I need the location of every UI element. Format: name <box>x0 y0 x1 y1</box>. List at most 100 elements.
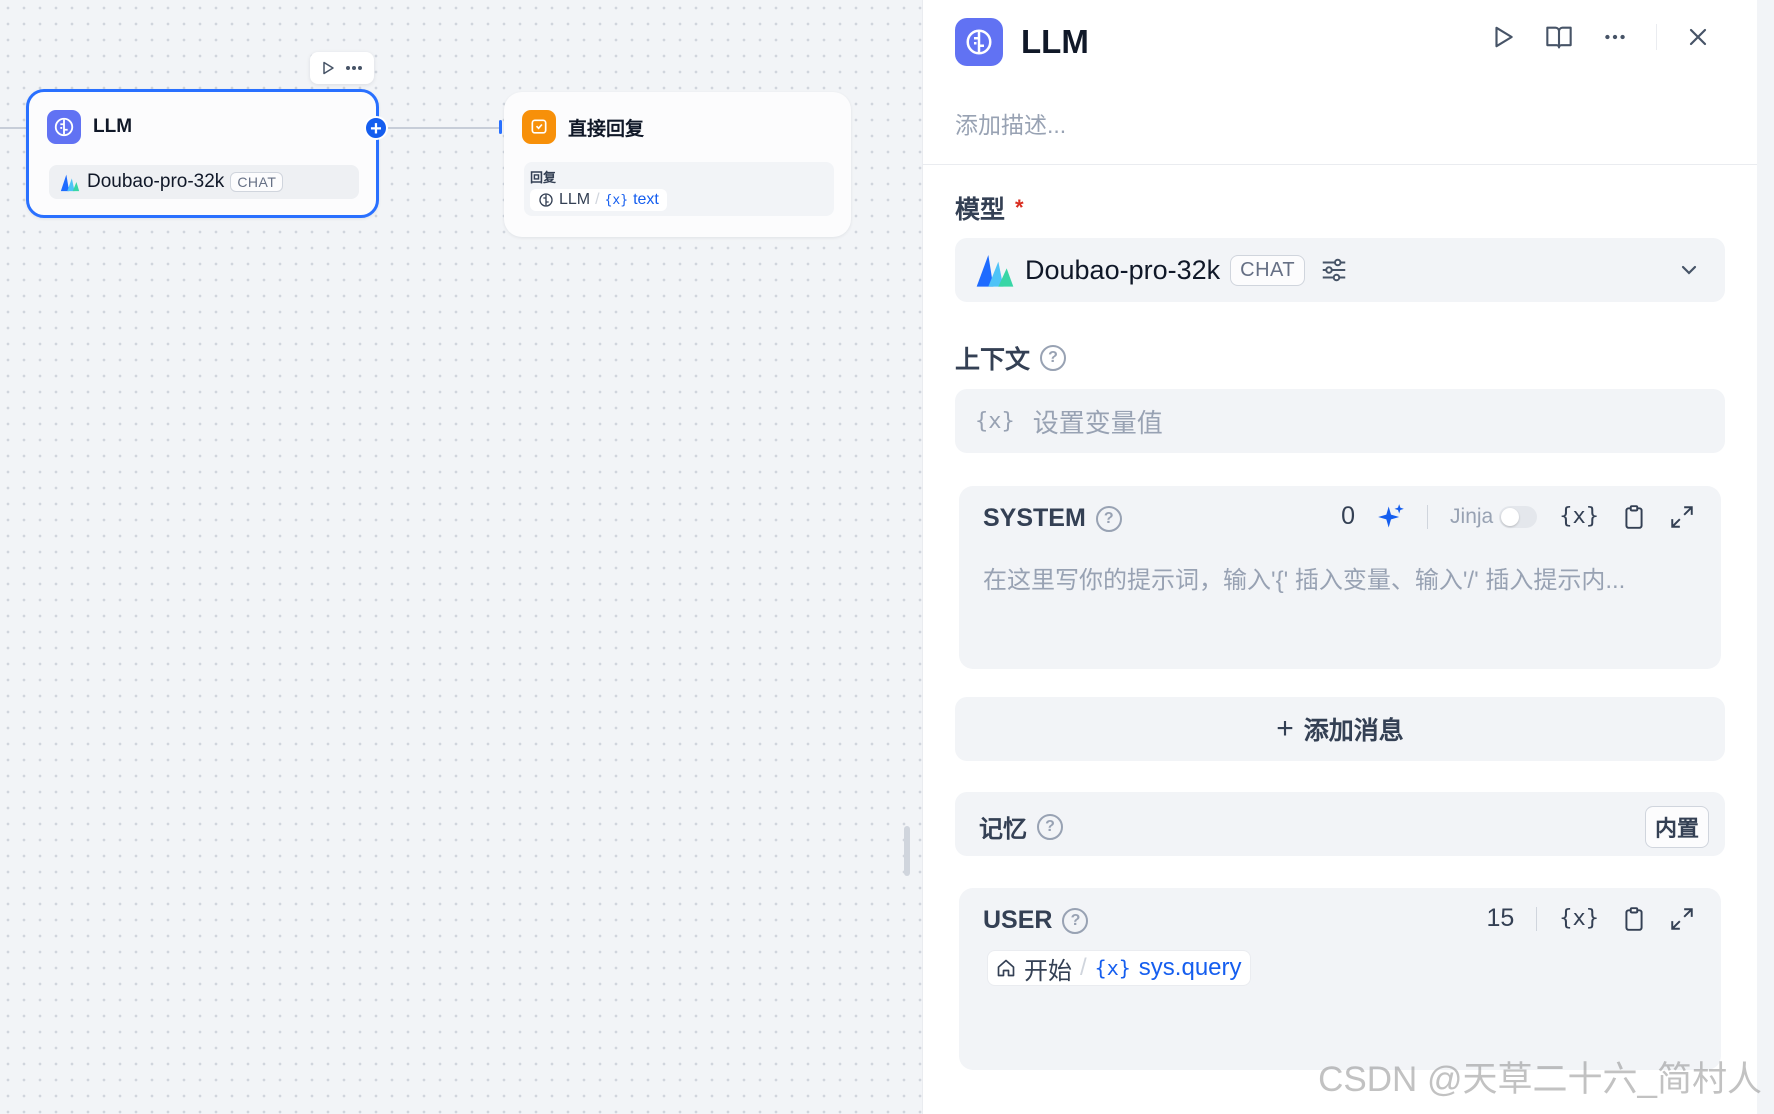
insert-variable-icon[interactable]: {x} <box>1559 504 1599 529</box>
system-prompt-editor[interactable]: SYSTEM ? 0 Jinja {x} 在这里写你的提示词，输入'{' 插入变… <box>959 486 1721 669</box>
system-prompt-tools: 0 Jinja {x} <box>1341 502 1695 531</box>
reply-node[interactable]: 直接回复 回复 LLM / {x} text <box>504 92 851 237</box>
doubao-logo-icon <box>976 255 1014 287</box>
user-label: USER <box>983 906 1053 934</box>
workflow-canvas[interactable]: LLM Doubao-pro-32k CHAT + 直接回复 回复 LLM / … <box>0 0 922 1114</box>
required-mark: * <box>1015 195 1024 220</box>
panel-actions <box>1488 22 1713 52</box>
header-divider <box>1656 24 1657 50</box>
llm-node-model-name: Doubao-pro-32k <box>87 171 225 192</box>
chip-node-name: 开始 <box>1024 957 1072 985</box>
docs-button[interactable] <box>1544 22 1574 52</box>
add-message-label: 添加消息 <box>1303 717 1404 745</box>
play-icon <box>1495 26 1513 48</box>
context-field-label: 上下文 ? <box>955 340 1067 376</box>
memory-label: 记忆 <box>979 816 1027 843</box>
expand-icon[interactable] <box>1669 906 1695 932</box>
header-separator <box>923 164 1757 165</box>
help-icon[interactable]: ? <box>1062 907 1089 934</box>
edge-llm-to-reply <box>388 127 500 129</box>
user-prompt-editor[interactable]: USER ? 15 {x} 开始 / {x} sys.query <box>959 888 1721 1070</box>
help-icon[interactable]: ? <box>1095 505 1122 532</box>
plus-icon: + <box>1276 712 1294 745</box>
tool-divider <box>1427 504 1429 529</box>
llm-node-title: LLM <box>93 116 133 137</box>
panel-header: LLM <box>955 18 1089 66</box>
llm-node-header: LLM <box>47 110 132 144</box>
add-next-node-button[interactable]: + <box>364 116 388 140</box>
context-variable-input[interactable]: {x} 设置变量值 <box>955 389 1725 453</box>
user-prompt-tools: 15 {x} <box>1486 904 1695 933</box>
chip-variable-name: sys.query <box>1138 954 1242 981</box>
llm-small-icon <box>539 193 553 207</box>
expand-icon[interactable] <box>1669 504 1695 530</box>
user-prompt-header: USER ? <box>983 906 1089 935</box>
path-separator: / <box>1080 954 1087 981</box>
node-toolbar <box>310 52 374 84</box>
reply-input-handle[interactable] <box>499 120 502 134</box>
variable-icon: {x} <box>975 408 1015 434</box>
reply-variable-pill: LLM / {x} text <box>530 189 667 211</box>
context-placeholder: 设置变量值 <box>1032 407 1163 438</box>
panel-resize-handle[interactable] <box>904 826 910 876</box>
more-icon[interactable] <box>344 60 364 76</box>
clipboard-icon[interactable] <box>1621 906 1647 932</box>
run-node-icon[interactable] <box>320 60 336 76</box>
model-params-icon[interactable] <box>1319 255 1349 285</box>
help-icon[interactable]: ? <box>1040 345 1067 371</box>
tool-divider <box>1536 906 1538 931</box>
watermark: CSDN @天草二十六_简村人 <box>1318 1060 1762 1099</box>
more-options-button[interactable] <box>1600 22 1630 52</box>
panel-title[interactable]: LLM <box>1021 23 1089 61</box>
llm-node-model: Doubao-pro-32k CHAT <box>49 165 359 199</box>
path-separator: / <box>595 191 600 208</box>
reply-node-title: 直接回复 <box>568 118 645 140</box>
model-name: Doubao-pro-32k <box>1025 254 1221 285</box>
close-panel-button[interactable] <box>1683 22 1713 52</box>
system-prompt-placeholder: 在这里写你的提示词，输入'{' 插入变量、输入'/' 插入提示内... <box>983 567 1626 594</box>
reply-section-label: 回复 <box>530 170 557 185</box>
insert-variable-icon[interactable]: {x} <box>1559 906 1599 931</box>
help-icon[interactable]: ? <box>1037 813 1063 840</box>
home-icon <box>997 959 1015 977</box>
doubao-logo-icon <box>60 174 80 192</box>
close-icon <box>1689 28 1707 46</box>
user-variable-chip[interactable]: 开始 / {x} sys.query <box>987 950 1251 986</box>
memory-row[interactable]: 记忆 ? 内置 <box>955 792 1725 856</box>
variable-icon: {x} <box>1094 956 1131 980</box>
memory-label-group: 记忆 ? <box>979 809 1063 844</box>
jinja-label: Jinja <box>1450 504 1494 528</box>
sparkle-icon[interactable] <box>1377 503 1405 531</box>
llm-node-mode-badge: CHAT <box>230 172 284 192</box>
context-label: 上下文 <box>955 346 1031 374</box>
llm-brain-icon <box>955 18 1003 66</box>
system-label: SYSTEM <box>983 504 1086 532</box>
model-selector[interactable]: Doubao-pro-32k CHAT <box>955 238 1725 302</box>
book-icon <box>1546 26 1572 49</box>
edge-left-stub <box>0 127 26 129</box>
system-token-count: 0 <box>1341 502 1356 530</box>
variable-icon: {x} <box>604 192 629 208</box>
more-icon <box>1605 34 1625 40</box>
user-token-count: 15 <box>1486 904 1515 932</box>
jinja-switch[interactable] <box>1499 505 1538 528</box>
reply-node-header: 直接回复 <box>522 110 644 144</box>
memory-builtin-badge[interactable]: 内置 <box>1644 806 1709 848</box>
add-message-button[interactable]: + 添加消息 <box>955 697 1725 761</box>
reply-message-icon <box>522 110 556 144</box>
reply-content-box: 回复 LLM / {x} text <box>524 162 834 216</box>
model-mode-badge: CHAT <box>1230 254 1306 286</box>
model-label: 模型 <box>955 196 1006 224</box>
llm-brain-icon <box>47 110 81 144</box>
reply-source-node: LLM <box>559 191 591 208</box>
llm-node[interactable]: LLM Doubao-pro-32k CHAT <box>26 89 379 218</box>
description-input[interactable]: 添加描述... <box>955 106 1066 140</box>
run-step-button[interactable] <box>1488 22 1518 52</box>
reply-variable-name: text <box>633 191 659 208</box>
clipboard-icon[interactable] <box>1621 504 1647 530</box>
system-prompt-header: SYSTEM ? <box>983 504 1122 533</box>
chevron-down-icon <box>1681 265 1697 275</box>
jinja-toggle[interactable]: Jinja <box>1450 504 1538 529</box>
model-field-label: 模型 * <box>955 190 1024 226</box>
node-settings-panel: LLM 添加描述... 模型 * Doubao-pro-32k CHAT 上下文… <box>922 0 1757 1114</box>
